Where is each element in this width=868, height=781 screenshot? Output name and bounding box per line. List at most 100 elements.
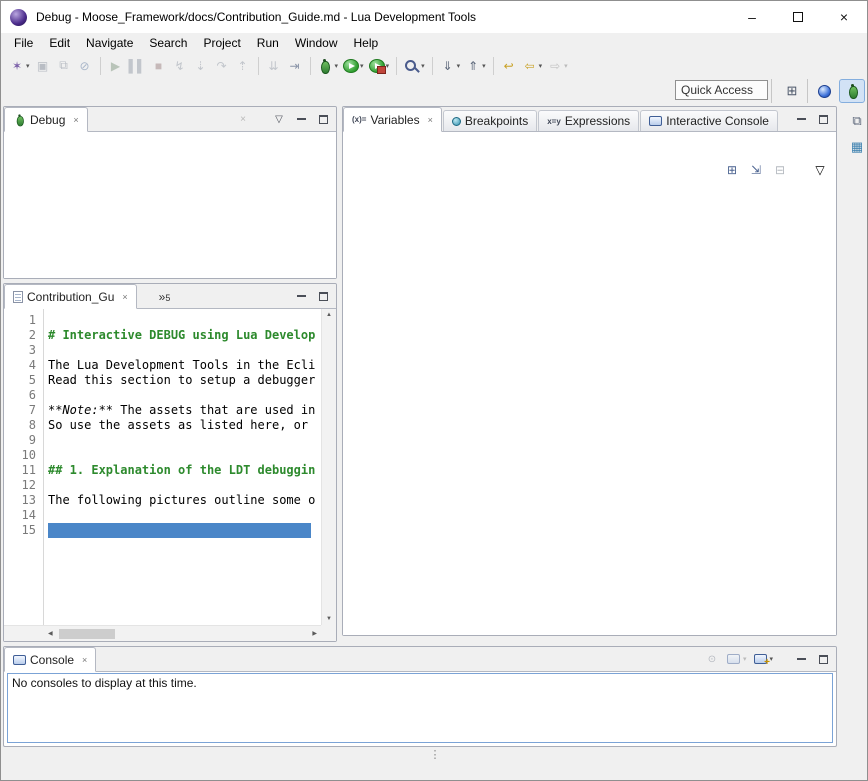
code-line[interactable] (48, 388, 321, 403)
close-icon[interactable]: × (122, 292, 127, 302)
save-all-button[interactable]: ⧉ (54, 55, 74, 77)
code-line[interactable]: So use the assets as listed here, or (48, 418, 321, 433)
code-line[interactable]: The Lua Development Tools in the Ecli (48, 358, 321, 373)
editor-horizontal-scrollbar[interactable]: ◀ ▶ (44, 625, 321, 641)
run-button[interactable]: ▾ (341, 55, 366, 77)
close-icon[interactable]: × (82, 655, 87, 665)
save-button[interactable]: ▣ (33, 55, 53, 77)
code-line[interactable]: The following pictures outline some o (48, 493, 321, 508)
scroll-left-icon[interactable]: ◀ (48, 630, 53, 637)
step-return-button[interactable]: ⇡ (233, 55, 253, 77)
scroll-down-icon[interactable]: ▼ (326, 616, 332, 622)
debug-minimize-button[interactable] (291, 110, 311, 128)
menu-edit[interactable]: Edit (41, 34, 78, 52)
menu-search[interactable]: Search (141, 34, 195, 52)
minimize-window-button[interactable]: – (729, 1, 775, 33)
code-line[interactable] (48, 343, 321, 358)
code-line[interactable] (48, 433, 321, 448)
tab-variables[interactable]: (x)=Variables× (343, 107, 442, 132)
code-line[interactable] (48, 478, 321, 493)
close-window-button[interactable]: × (821, 1, 867, 33)
sash-handle[interactable]: ⋮ (425, 748, 445, 761)
debug-perspective-button[interactable] (839, 79, 865, 103)
menu-project[interactable]: Project (195, 34, 248, 52)
quick-access-input[interactable]: Quick Access (675, 80, 768, 100)
hidden-editors-chevron[interactable]: »5 (159, 290, 171, 304)
variables-minimize-button[interactable] (791, 110, 811, 128)
close-icon[interactable]: × (73, 115, 78, 125)
debug-maximize-button[interactable] (313, 110, 333, 128)
code-text: So use the assets as listed here, or (48, 418, 315, 432)
menu-window[interactable]: Window (287, 34, 346, 52)
last-edit-location-button[interactable]: ↩ (499, 55, 519, 77)
code-line[interactable] (48, 523, 311, 538)
open-perspective-button[interactable]: ⊞ (779, 79, 805, 103)
tab-expressions[interactable]: x=yExpressions (538, 110, 639, 131)
scrollbar-thumb[interactable] (59, 629, 115, 639)
code-text: ## 1. Explanation of the LDT debuggin (48, 463, 315, 477)
code-line[interactable]: ## 1. Explanation of the LDT debuggin (48, 463, 321, 478)
minimized-view-icon: ▦ (849, 139, 865, 156)
remove-all-terminated-button[interactable]: × (233, 110, 253, 128)
scroll-right-icon[interactable]: ▶ (312, 630, 317, 637)
ldt-perspective-button[interactable] (811, 79, 837, 103)
open-console-button[interactable]: ▾ (750, 650, 775, 668)
code-line[interactable]: **Note:** The assets that are used in (48, 403, 321, 418)
disconnect-button[interactable]: ↯ (170, 55, 190, 77)
suspend-button[interactable]: ▌▌ (127, 55, 148, 77)
menu-file[interactable]: File (6, 34, 41, 52)
minimized-view-button[interactable]: ▦ (847, 136, 867, 158)
console-minimize-button[interactable] (791, 650, 811, 668)
tab-contribution-guide[interactable]: Contribution_Gu × (4, 284, 137, 309)
debug-view-menu-button[interactable]: ▽ (269, 110, 289, 128)
display-selected-console-button[interactable]: ▾ (724, 650, 749, 668)
console-maximize-button[interactable] (813, 650, 833, 668)
drop-to-frame-button[interactable]: ⇊ (264, 55, 284, 77)
forward-button[interactable]: ⇨▾ (545, 55, 570, 77)
collapse-all-button[interactable]: ⊟ (770, 159, 790, 181)
editor-minimize-button[interactable] (291, 287, 311, 305)
new-wizard-button[interactable]: ✶▾ (7, 55, 32, 77)
terminate-button[interactable]: ■ (149, 55, 169, 77)
editor-vertical-scrollbar[interactable]: ▲ ▼ (321, 309, 336, 625)
debug-view: Debug × × ▽ (3, 106, 337, 279)
show-type-names-button[interactable]: ⊞ (722, 159, 742, 181)
menu-help[interactable]: Help (346, 34, 387, 52)
editor-maximize-button[interactable] (313, 287, 333, 305)
code-line[interactable] (48, 313, 321, 328)
tab-console[interactable]: Console × (4, 647, 96, 672)
next-annotation-button[interactable]: ⇓▾ (438, 55, 463, 77)
back-button[interactable]: ⇦▾ (520, 55, 545, 77)
save-icon: ▣ (35, 57, 51, 74)
code-line[interactable] (48, 448, 321, 463)
close-icon[interactable]: × (428, 115, 433, 125)
use-step-filters-button[interactable]: ⇥ (285, 55, 305, 77)
menu-navigate[interactable]: Navigate (78, 34, 141, 52)
tab-interactive-console[interactable]: Interactive Console (640, 110, 778, 131)
skip-all-breakpoints-button[interactable]: ⊘ (75, 55, 95, 77)
minimize-glyph (297, 295, 306, 297)
step-over-button[interactable]: ↷ (212, 55, 232, 77)
search-button[interactable]: ▾ (402, 55, 427, 77)
step-into-button[interactable]: ⇣ (191, 55, 211, 77)
tab-breakpoints[interactable]: Breakpoints (443, 110, 537, 131)
line-number: 6 (4, 388, 43, 403)
code-line[interactable]: # Interactive DEBUG using Lua Develop (48, 328, 321, 343)
show-logical-structures-button[interactable]: ⇲ (746, 159, 766, 181)
console-content: No consoles to display at this time. (7, 673, 833, 743)
resume-button[interactable]: ▶ (106, 55, 126, 77)
code-line[interactable] (48, 508, 321, 523)
menu-run[interactable]: Run (249, 34, 287, 52)
variables-maximize-button[interactable] (813, 110, 833, 128)
editor-code[interactable]: # Interactive DEBUG using Lua Develop The… (45, 309, 321, 625)
maximize-window-button[interactable] (775, 1, 821, 33)
code-line[interactable]: Read this section to setup a debugger (48, 373, 321, 388)
minimized-view-restore-button[interactable]: ⧉ (847, 110, 867, 132)
tab-debug[interactable]: Debug × (4, 107, 88, 132)
external-tools-button[interactable]: ▾ (367, 55, 392, 77)
pin-console-button[interactable]: ⊙ (702, 650, 722, 668)
debug-button[interactable]: ▾ (316, 55, 341, 77)
scroll-up-icon[interactable]: ▲ (326, 312, 332, 318)
variables-view-menu-button[interactable]: ▽ (810, 159, 830, 181)
previous-annotation-button[interactable]: ⇑▾ (463, 55, 488, 77)
